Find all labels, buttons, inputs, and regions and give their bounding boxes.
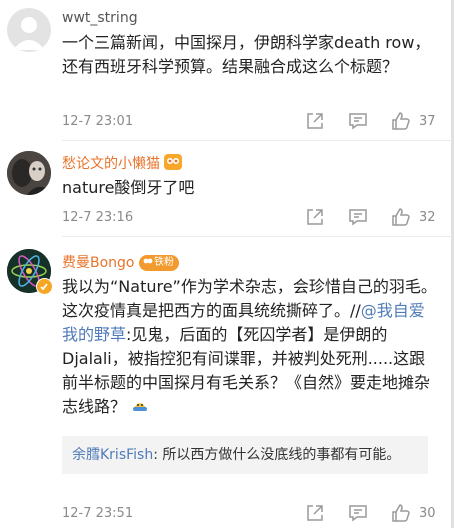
like-icon[interactable] bbox=[391, 207, 411, 231]
avatar[interactable] bbox=[7, 8, 51, 52]
comment-meta: 12-7 23:16 32 bbox=[62, 207, 442, 229]
timestamp: 12-7 23:51 bbox=[62, 506, 134, 521]
like-count: 37 bbox=[419, 114, 436, 129]
verified-badge-icon bbox=[36, 278, 53, 295]
username[interactable]: 费曼Bongo 铁粉 bbox=[62, 252, 179, 272]
like-count: 32 bbox=[419, 210, 436, 225]
reply-username[interactable]: 余膤KrisFish bbox=[72, 447, 153, 463]
like-icon[interactable] bbox=[391, 503, 411, 527]
share-icon[interactable] bbox=[305, 207, 325, 231]
share-icon[interactable] bbox=[305, 111, 325, 135]
timestamp: 12-7 23:01 bbox=[62, 114, 134, 129]
comment-text: 一个三篇新闻，中国探月，伊朗科学家death row，还有西班牙科学预算。结果融… bbox=[62, 33, 431, 76]
emoji-icon bbox=[131, 396, 149, 421]
timestamp: 12-7 23:16 bbox=[62, 210, 134, 225]
username-text[interactable]: 费曼Bongo bbox=[62, 255, 135, 271]
comment-icon[interactable] bbox=[348, 503, 368, 527]
fan-badge: 铁粉 bbox=[138, 255, 179, 271]
share-icon[interactable] bbox=[305, 503, 325, 527]
like-icon[interactable] bbox=[391, 111, 411, 135]
fan-badge-text: 铁粉 bbox=[153, 257, 174, 268]
vip-badge-icon bbox=[164, 154, 183, 174]
like-count: 30 bbox=[419, 506, 436, 521]
comment-meta: 12-7 23:51 30 bbox=[62, 503, 442, 525]
username[interactable]: wwt_string bbox=[62, 10, 138, 26]
comment-icon[interactable] bbox=[348, 111, 368, 135]
nested-reply[interactable]: 余膤KrisFish: 所以西方做什么没底线的事都有可能。 bbox=[62, 436, 428, 474]
avatar[interactable] bbox=[7, 151, 51, 195]
divider bbox=[62, 140, 454, 141]
username-text[interactable]: 愁论文的小懒猫 bbox=[62, 156, 160, 172]
username[interactable]: 愁论文的小懒猫 bbox=[62, 153, 183, 174]
comment-meta: 12-7 23:01 37 bbox=[62, 111, 442, 133]
comment-text: nature酸倒牙了吧 bbox=[62, 178, 195, 197]
divider bbox=[62, 236, 454, 237]
comment-text: 我以为“Nature”作为学术杂志，会珍惜自己的羽毛。这次疫情真是把西方的面具统… bbox=[62, 275, 438, 421]
reply-text: : 所以西方做什么没底线的事都有可能。 bbox=[153, 447, 401, 463]
comment-icon[interactable] bbox=[348, 207, 368, 231]
